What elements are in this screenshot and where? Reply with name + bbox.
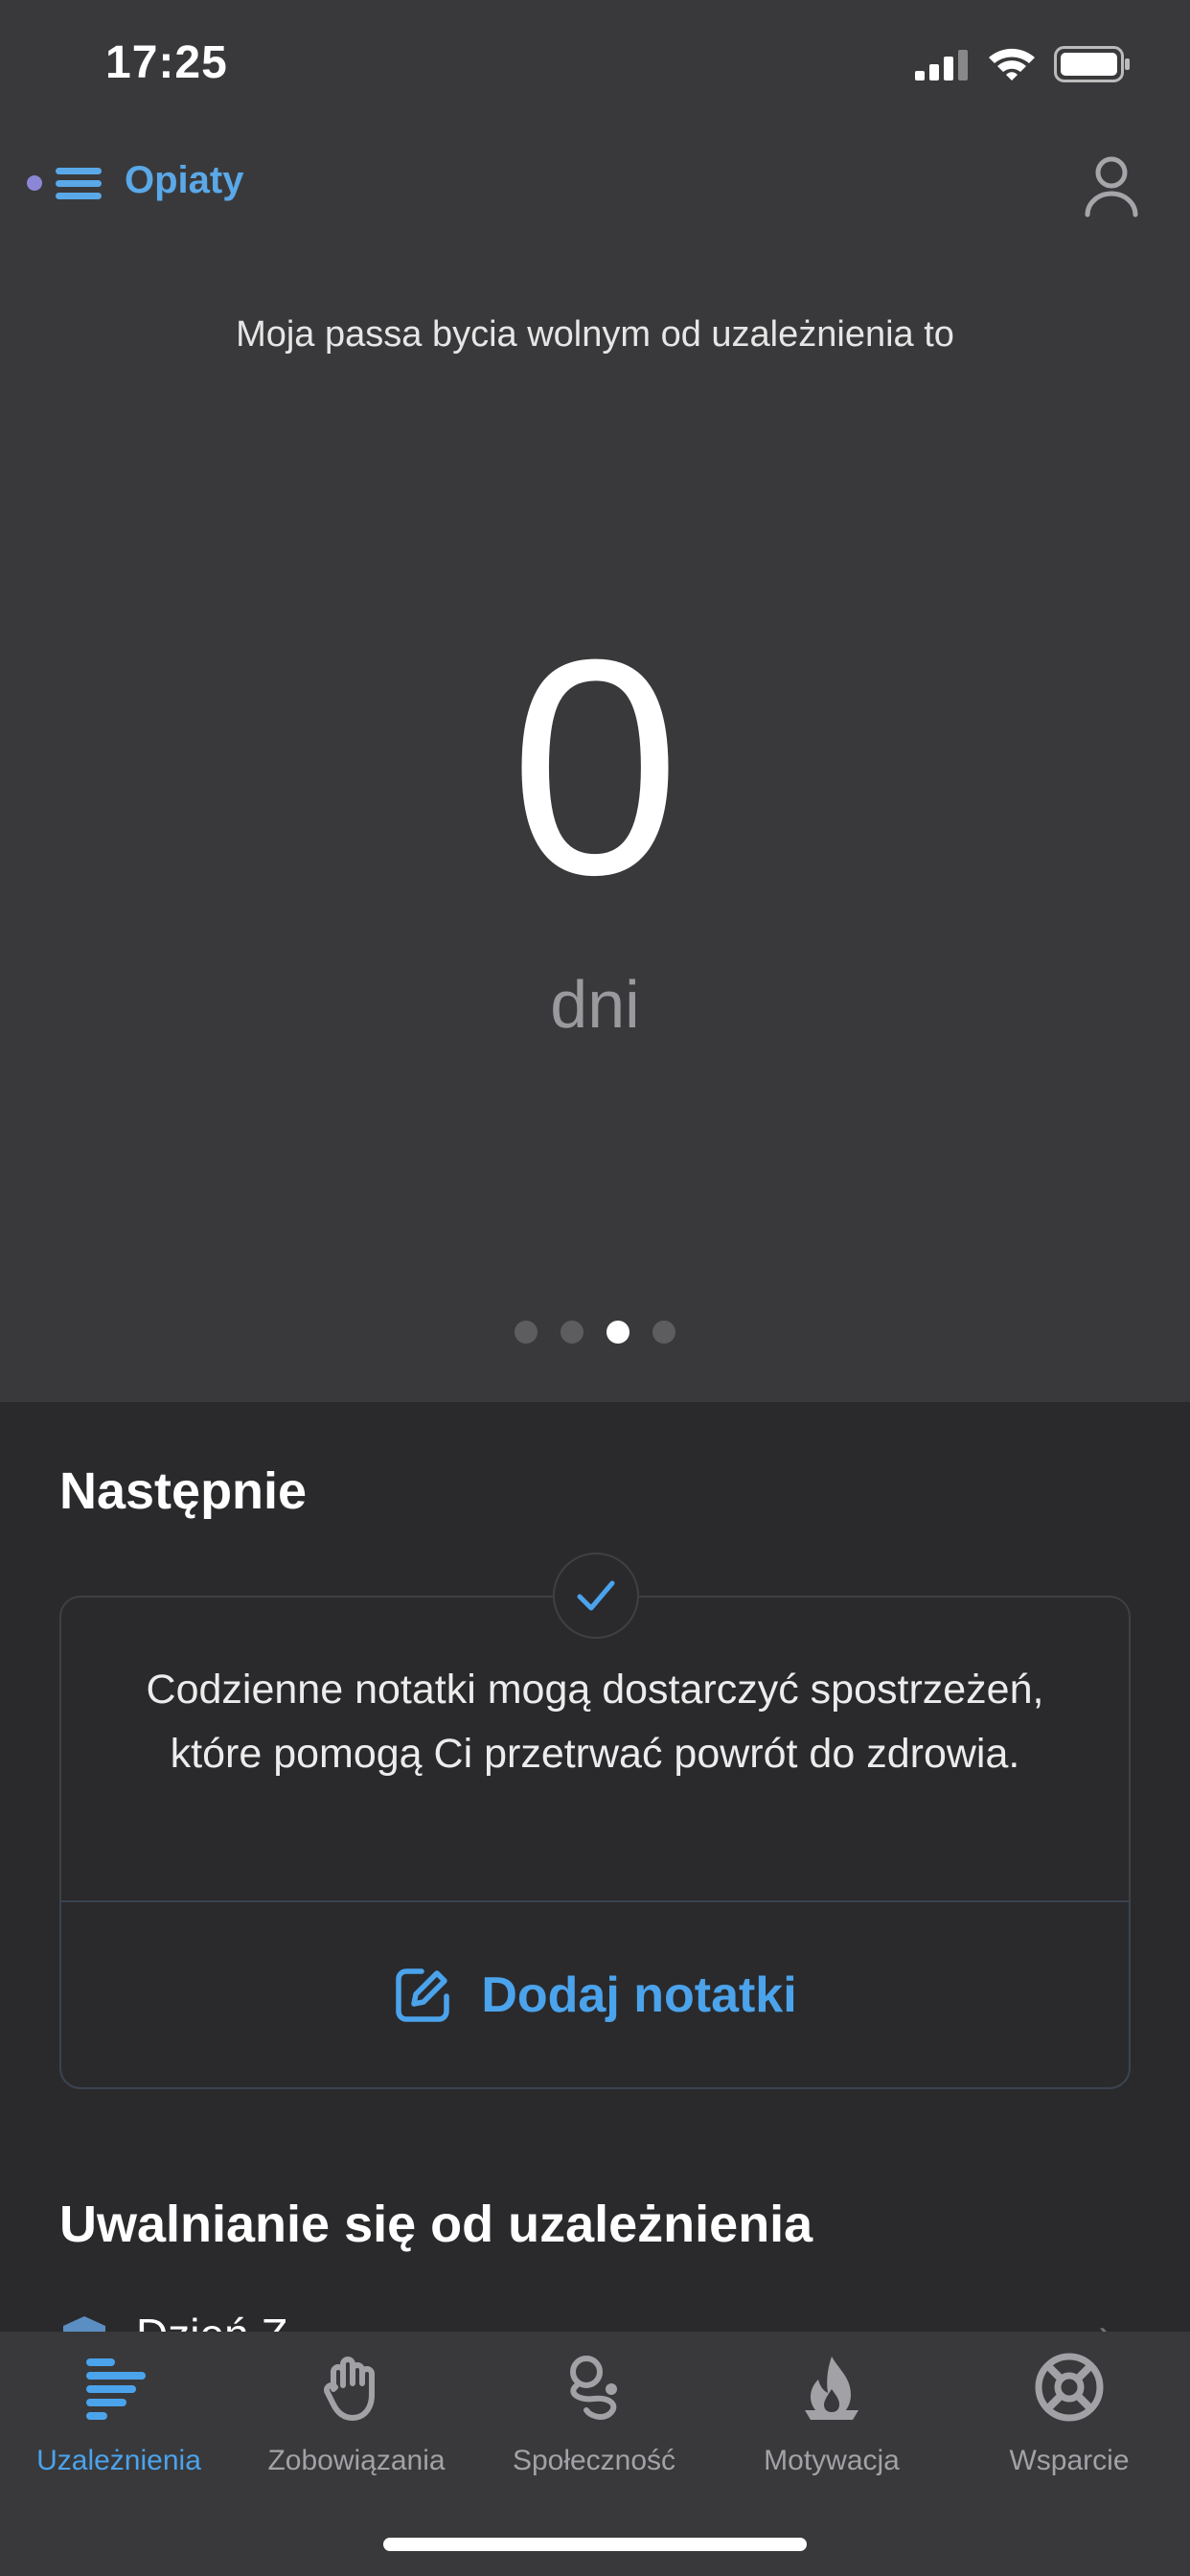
streak-unit: dni [550,967,640,1042]
next-section-title: Następnie [59,1462,308,1520]
menu-icon[interactable] [56,165,103,203]
edit-note-icon [396,1967,450,2022]
recovery-item-label: Dzień Z... [136,2309,325,2332]
page-indicator[interactable] [0,1321,1190,1344]
hand-icon [324,2357,375,2421]
streak-panel[interactable]: 17:25 Opiaty Moja passa bycia wolnym od … [0,0,1190,1402]
tab-label: Zobowiązania [267,2445,446,2476]
add-notes-label: Dodaj notatki [481,1966,797,2023]
check-icon [553,1552,639,1639]
tab-support[interactable]: Wsparcie [950,2351,1188,2495]
flame-icon [805,2357,858,2420]
tab-addictions[interactable]: Uzależnienia [0,2351,238,2495]
page-dot[interactable] [561,1321,584,1344]
lifebuoy-icon [1035,2353,1104,2422]
status-bar: 17:25 [0,0,1190,129]
recovery-section-title: Uwalnianie się od uzależnienia [59,2196,813,2253]
chevron-right-icon: › [1099,2312,1111,2332]
streak-counter: 0 [510,595,680,938]
tab-label: Motywacja [764,2445,900,2476]
addictions-icon [86,2358,146,2420]
battery-icon [1054,46,1130,82]
page-dot-active[interactable] [606,1321,629,1344]
unread-dot [27,175,42,191]
tab-label: Uzależnienia [36,2445,201,2476]
addiction-selector[interactable]: Opiaty [125,159,243,202]
page-dot[interactable] [515,1321,538,1344]
page-dot[interactable] [652,1321,675,1344]
home-indicator[interactable] [383,2538,807,2551]
add-notes-button[interactable]: Dodaj notatki [59,1900,1131,2089]
recovery-list-item[interactable]: Dzień Z... › [59,2305,1131,2332]
streak-caption: Moja passa bycia wolnym od uzależnienia … [236,314,954,355]
status-time: 17:25 [105,37,228,88]
notes-card-text: Codzienne notatki mogą dostarczyć spostr… [146,1667,1044,1777]
wifi-icon [989,48,1035,80]
tab-label: Wsparcie [1009,2445,1130,2476]
top-nav: Opiaty [0,144,1190,249]
tab-motivation[interactable]: Motywacja [713,2351,950,2495]
tag-icon [63,2316,105,2332]
cellular-signal-icon [915,50,968,80]
tab-community[interactable]: Społeczność [475,2351,713,2495]
tab-label: Społeczność [512,2445,676,2476]
community-icon [570,2356,617,2420]
person-icon[interactable] [1083,153,1140,218]
tab-commitments[interactable]: Zobowiązania [238,2351,475,2495]
